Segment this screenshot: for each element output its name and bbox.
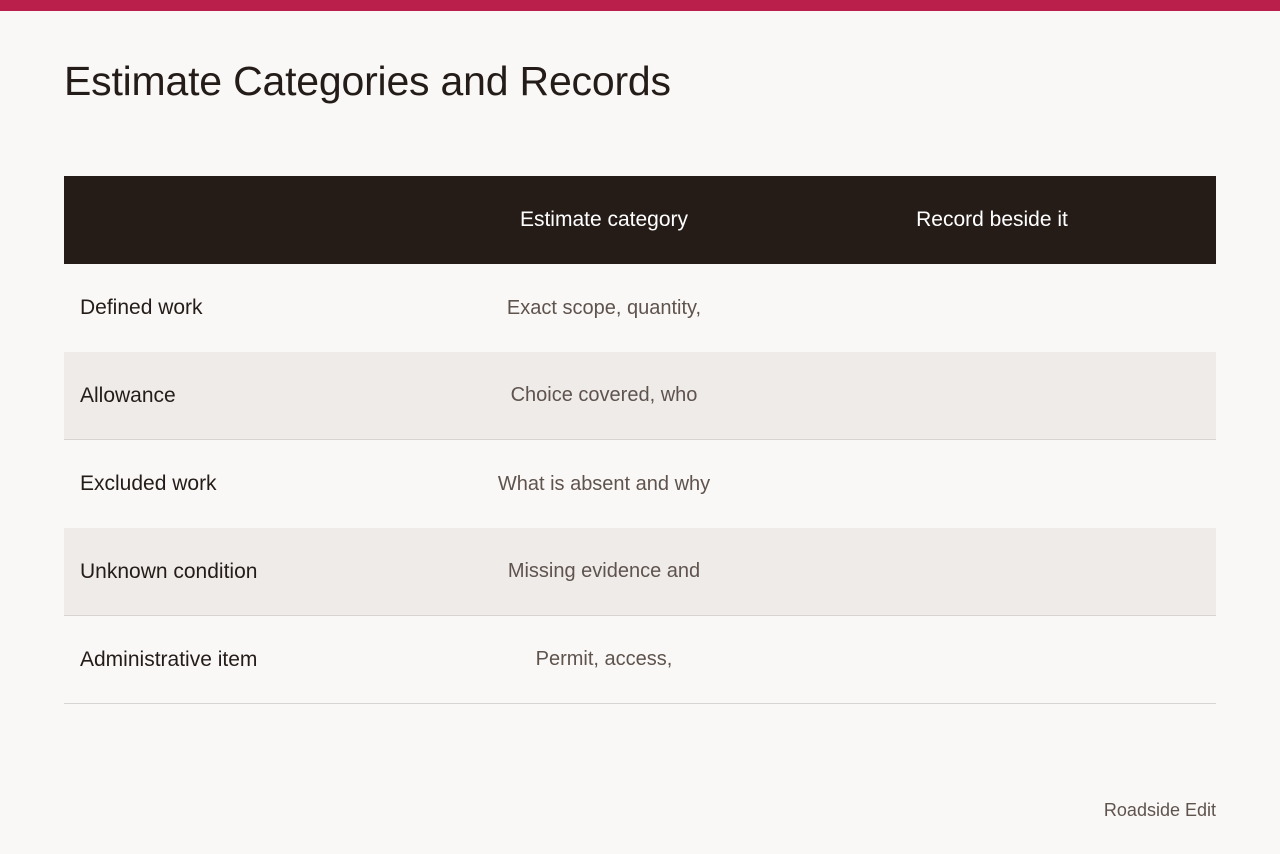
table-header-row: Estimate category Record beside it <box>64 176 1216 264</box>
table-row: Allowance Choice covered, who <box>64 352 1216 440</box>
column-header-record: Record beside it <box>916 208 1068 231</box>
row-category: Permit, access, <box>535 648 673 670</box>
row-name: Defined work <box>80 296 203 319</box>
page-title: Estimate Categories and Records <box>64 58 671 104</box>
footer-credit: Roadside Edit <box>1103 800 1216 820</box>
row-name: Allowance <box>80 383 176 407</box>
row-name: Administrative item <box>80 647 258 671</box>
table-row: Unknown condition Missing evidence and <box>64 528 1216 616</box>
row-name: Unknown condition <box>80 559 258 583</box>
estimate-table: Estimate category Record beside it Defin… <box>64 176 1216 704</box>
row-category: What is absent and why <box>497 472 711 495</box>
row-category: Exact scope, quantity, <box>506 296 702 319</box>
table-row: Administrative item Permit, access, <box>64 616 1216 704</box>
accent-top-bar <box>0 0 1280 11</box>
column-header-estimate-category: Estimate category <box>519 208 689 231</box>
table-row: Excluded work What is absent and why <box>64 440 1216 528</box>
row-category: Missing evidence and <box>507 560 701 582</box>
table-row: Defined work Exact scope, quantity, <box>64 264 1216 352</box>
row-category: Choice covered, who <box>510 384 698 406</box>
row-name: Excluded work <box>80 472 217 495</box>
